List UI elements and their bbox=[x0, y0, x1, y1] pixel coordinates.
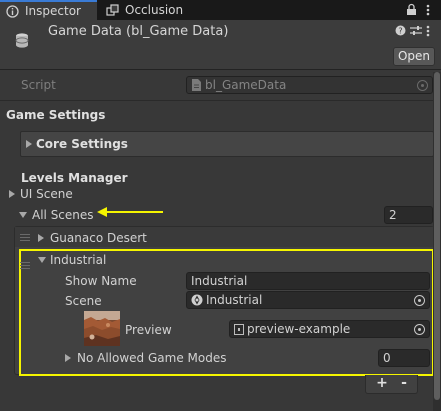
occlusion-icon bbox=[106, 3, 119, 16]
collapse-arrow-icon[interactable] bbox=[38, 257, 46, 263]
show-name-input[interactable]: Industrial bbox=[186, 272, 430, 290]
all-scenes-size-field[interactable]: 2 bbox=[384, 206, 433, 224]
all-scenes-label[interactable]: All Scenes bbox=[32, 208, 94, 222]
scene-label: Scene bbox=[65, 294, 102, 308]
help-icon[interactable]: ? bbox=[395, 25, 406, 36]
no-allowed-game-modes-size-field[interactable]: 0 bbox=[378, 349, 430, 367]
show-name-label: Show Name bbox=[65, 274, 137, 288]
lock-icon[interactable] bbox=[406, 3, 417, 16]
info-icon bbox=[6, 4, 19, 18]
preview-label: Preview bbox=[125, 323, 172, 337]
collapse-arrow-icon[interactable] bbox=[19, 212, 27, 218]
expand-arrow-icon[interactable] bbox=[65, 354, 71, 362]
ui-scene-label[interactable]: UI Scene bbox=[20, 187, 73, 201]
show-name-value: Industrial bbox=[191, 274, 248, 288]
presets-icon[interactable] bbox=[410, 25, 422, 36]
tab-inspector-label: Inspector bbox=[25, 4, 81, 18]
preview-value: preview-example bbox=[247, 322, 351, 336]
tab-occlusion[interactable]: Occlusion bbox=[100, 0, 220, 20]
drag-handle-icon[interactable] bbox=[20, 234, 30, 241]
object-picker-icon[interactable] bbox=[414, 295, 425, 306]
tab-inspector[interactable]: Inspector bbox=[0, 0, 97, 20]
open-button[interactable]: Open bbox=[393, 47, 435, 66]
add-item-button[interactable]: + bbox=[375, 375, 389, 391]
more-options-icon[interactable] bbox=[426, 4, 430, 16]
sprite-icon bbox=[234, 323, 244, 335]
scriptable-object-icon bbox=[15, 33, 29, 48]
no-allowed-game-modes-label[interactable]: No Allowed Game Modes bbox=[77, 351, 226, 365]
levels-manager-heading: Levels Manager bbox=[21, 171, 128, 185]
object-picker-icon bbox=[417, 80, 428, 91]
expand-arrow-icon[interactable] bbox=[9, 190, 15, 198]
script-label: Script bbox=[21, 78, 56, 92]
remove-item-button[interactable]: - bbox=[397, 375, 411, 391]
script-file-icon bbox=[192, 79, 201, 91]
script-field: bl_GameData bbox=[186, 76, 433, 94]
svg-text:?: ? bbox=[398, 27, 402, 36]
object-picker-icon[interactable] bbox=[414, 324, 425, 335]
core-settings-label: Core Settings bbox=[36, 137, 128, 151]
annotation-arrow-icon bbox=[97, 207, 163, 217]
scene-value: Industrial bbox=[206, 293, 263, 307]
divider bbox=[0, 100, 441, 101]
scrollbar-thumb[interactable] bbox=[434, 72, 440, 400]
no-allowed-game-modes-value: 0 bbox=[383, 351, 391, 365]
scene-item-name: Industrial bbox=[50, 253, 107, 267]
component-menu-icon[interactable] bbox=[426, 25, 430, 37]
unity-scene-icon bbox=[191, 294, 203, 306]
scene-field[interactable]: Industrial bbox=[186, 291, 430, 309]
expand-arrow-icon[interactable] bbox=[26, 140, 32, 148]
tab-occlusion-label: Occlusion bbox=[125, 3, 184, 17]
preview-field[interactable]: preview-example bbox=[229, 320, 430, 338]
expand-arrow-icon[interactable] bbox=[38, 234, 44, 242]
preview-thumbnail bbox=[84, 311, 120, 346]
script-value: bl_GameData bbox=[205, 78, 287, 92]
all-scenes-size-value: 2 bbox=[389, 208, 397, 222]
drag-handle-icon[interactable] bbox=[20, 262, 30, 269]
game-settings-heading: Game Settings bbox=[6, 108, 106, 122]
inspector-title: Game Data (bl_Game Data) bbox=[48, 24, 229, 39]
scene-item-name: Guanaco Desert bbox=[50, 231, 147, 245]
